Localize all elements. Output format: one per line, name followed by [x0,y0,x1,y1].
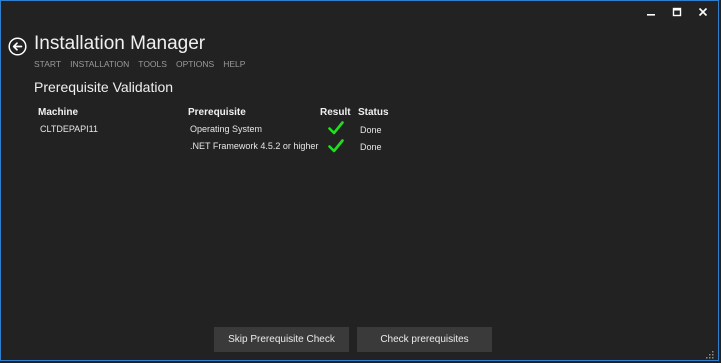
cell-machine: CLTDEPAPI11 [40,124,99,134]
window-controls [638,1,716,23]
nav-item-start[interactable]: START [34,59,61,69]
nav-item-tools[interactable]: TOOLS [138,59,167,69]
checkmark-icon [328,121,344,135]
checkmark-icon [328,139,344,153]
column-header-machine: Machine [38,107,79,118]
app-title: Installation Manager [34,33,206,54]
cell-status: Done [360,125,382,135]
nav-item-installation[interactable]: INSTALLATION [70,59,129,69]
nav-item-options[interactable]: OPTIONS [176,59,214,69]
section-title: Prerequisite Validation [34,79,174,95]
back-arrow-icon[interactable] [8,37,27,56]
cell-status: Done [360,142,382,152]
column-header-prerequisite: Prerequisite [188,107,246,118]
close-icon[interactable] [690,1,716,23]
cell-prerequisite: .NET Framework 4.5.2 or higher [190,141,319,151]
app-window: Installation Manager START INSTALLATION … [0,0,719,361]
column-header-result: Result [320,107,351,118]
cell-prerequisite: Operating System [190,124,263,134]
nav-item-help[interactable]: HELP [223,59,245,69]
check-prerequisites-button[interactable]: Check prerequisites [357,327,492,352]
skip-prerequisite-check-button[interactable]: Skip Prerequisite Check [214,327,349,352]
resize-grip-icon[interactable] [705,347,715,359]
main-nav: START INSTALLATION TOOLS OPTIONS HELP [34,59,245,69]
minimize-icon[interactable] [638,1,664,23]
maximize-icon[interactable] [664,1,690,23]
column-header-status: Status [358,107,389,118]
